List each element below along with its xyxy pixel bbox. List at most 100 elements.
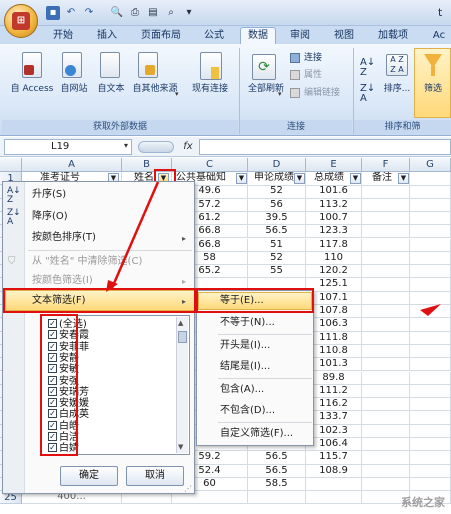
existing-connections-button[interactable]: 现有连接 — [186, 84, 234, 95]
grid-cell[interactable] — [362, 225, 410, 239]
formula-input[interactable] — [199, 139, 451, 155]
tab-insert[interactable]: 插入 — [92, 28, 122, 44]
grid-cell[interactable]: 51 — [248, 238, 306, 252]
grid-cell[interactable] — [410, 305, 451, 319]
grid-cell[interactable]: 111.8 — [306, 331, 362, 345]
tab-acrobat[interactable]: Ac — [428, 28, 450, 44]
grid-cell[interactable] — [362, 238, 410, 252]
column-header-e[interactable]: E — [306, 158, 362, 172]
grid-cell[interactable]: 58.5 — [248, 477, 306, 492]
connections-button[interactable]: 连接 — [304, 53, 322, 64]
filter-dropdown-f-icon[interactable]: ▼ — [398, 173, 409, 184]
grid-cell[interactable] — [362, 398, 410, 412]
grid-cell[interactable] — [362, 451, 410, 465]
cancel-button[interactable]: 取消 — [126, 466, 184, 486]
grid-cell[interactable]: 56.5 — [248, 451, 306, 465]
grid-cell[interactable]: 52 — [248, 251, 306, 266]
scroll-thumb[interactable] — [178, 331, 187, 343]
grid-cell[interactable] — [410, 438, 451, 452]
grid-cell[interactable] — [410, 265, 451, 279]
grid-cell[interactable] — [362, 477, 410, 492]
grid-cell[interactable] — [248, 491, 306, 505]
grid-cell[interactable]: 106.4 — [306, 438, 362, 452]
grid-cell[interactable] — [362, 305, 410, 319]
scroll-down-icon[interactable]: ▼ — [178, 443, 183, 451]
grid-cell[interactable]: 100.7 — [306, 211, 362, 226]
office-button[interactable]: ⊞ — [4, 4, 38, 38]
select-all-corner[interactable] — [0, 158, 22, 172]
grid-cell[interactable]: 110.8 — [306, 344, 362, 359]
grid-cell[interactable]: 56 — [248, 198, 306, 212]
grid-cell[interactable] — [362, 198, 410, 212]
menu-sort-ascending[interactable]: 升序(S) — [8, 185, 192, 205]
qat-customize-icon[interactable]: ▾ — [182, 6, 196, 20]
grid-cell[interactable] — [410, 411, 451, 425]
print-preview-icon[interactable]: 🔍 — [110, 6, 124, 20]
grid-cell[interactable] — [410, 464, 451, 478]
grid-cell[interactable] — [362, 318, 410, 332]
grid-cell[interactable] — [410, 278, 451, 292]
submenu-begins-with[interactable]: 开头是(I)... — [220, 337, 270, 355]
grid-cell[interactable]: 110 — [306, 251, 362, 266]
grid-cell[interactable]: 107.8 — [306, 305, 362, 319]
tab-home[interactable]: 开始 — [48, 28, 78, 44]
grid-cell[interactable] — [362, 291, 410, 305]
grid-cell[interactable] — [410, 384, 451, 399]
quick-print-icon[interactable]: ▤ — [146, 6, 160, 20]
grid-cell[interactable]: 117.8 — [306, 238, 362, 252]
grid-cell[interactable] — [362, 424, 410, 438]
grid-cell[interactable]: 101.6 — [306, 185, 362, 199]
grid-cell[interactable] — [410, 371, 451, 385]
grid-cell[interactable] — [362, 384, 410, 399]
grid-cell[interactable]: 125.1 — [306, 278, 362, 292]
grid-cell[interactable]: 111.2 — [306, 384, 362, 399]
sort-button[interactable]: 排序... — [382, 84, 412, 95]
insert-function-button[interactable]: fx — [178, 139, 198, 155]
filter-dropdown-c-icon[interactable]: ▼ — [236, 173, 247, 184]
grid-cell[interactable] — [362, 464, 410, 478]
tab-addins[interactable]: 加载项 — [372, 28, 414, 44]
grid-cell[interactable]: 102.3 — [306, 424, 362, 438]
tab-page-layout[interactable]: 页面布局 — [136, 28, 186, 44]
grid-cell[interactable] — [362, 251, 410, 266]
formula-bar-resize-handle[interactable] — [138, 141, 174, 153]
grid-cell[interactable]: 115.7 — [306, 451, 362, 465]
grid-cell[interactable] — [362, 438, 410, 452]
grid-cell[interactable] — [306, 491, 362, 505]
tab-review[interactable]: 审阅 — [284, 28, 316, 44]
grid-cell[interactable] — [362, 185, 410, 199]
menu-sort-by-color[interactable]: 按颜色排序(T) — [8, 228, 192, 248]
grid-cell[interactable]: 113.2 — [306, 198, 362, 212]
grid-cell[interactable]: 39.5 — [248, 211, 306, 226]
undo-icon[interactable]: ↶ — [64, 6, 78, 20]
from-access-button[interactable]: 自 Access — [6, 84, 58, 95]
grid-cell[interactable]: 108.9 — [306, 464, 362, 478]
scroll-up-icon[interactable]: ▲ — [178, 319, 183, 327]
grid-cell[interactable] — [410, 225, 451, 239]
grid-cell[interactable] — [410, 185, 451, 199]
submenu-not-equals[interactable]: 不等于(N)... — [220, 314, 275, 332]
from-web-button[interactable]: 自网站 — [58, 84, 90, 95]
zoom-icon[interactable]: ⌕ — [164, 6, 178, 20]
grid-cell[interactable]: 56.5 — [248, 464, 306, 478]
grid-cell[interactable]: 101.3 — [306, 358, 362, 372]
tab-formulas[interactable]: 公式 — [198, 28, 230, 44]
name-box[interactable]: L19 — [4, 139, 132, 155]
grid-cell[interactable] — [410, 477, 451, 492]
column-header-a[interactable]: A — [22, 158, 122, 172]
grid-cell[interactable] — [306, 477, 362, 492]
header-cell-empty[interactable] — [410, 172, 451, 186]
menu-clear-filter[interactable]: 从 "姓名" 中清除筛选(C) — [8, 252, 192, 272]
tab-view[interactable]: 视图 — [328, 28, 360, 44]
grid-cell[interactable]: 133.7 — [306, 411, 362, 425]
grid-cell[interactable] — [410, 424, 451, 438]
grid-cell[interactable] — [410, 211, 451, 226]
grid-cell[interactable] — [362, 371, 410, 385]
grid-cell[interactable] — [410, 318, 451, 332]
submenu-ends-with[interactable]: 结尾是(I)... — [220, 358, 270, 376]
grid-cell[interactable] — [362, 411, 410, 425]
grid-cell[interactable] — [410, 238, 451, 252]
edit-links-button[interactable]: 编辑链接 — [304, 88, 340, 99]
resize-grip-icon[interactable]: ⋰ — [184, 484, 192, 493]
grid-cell[interactable] — [410, 251, 451, 266]
